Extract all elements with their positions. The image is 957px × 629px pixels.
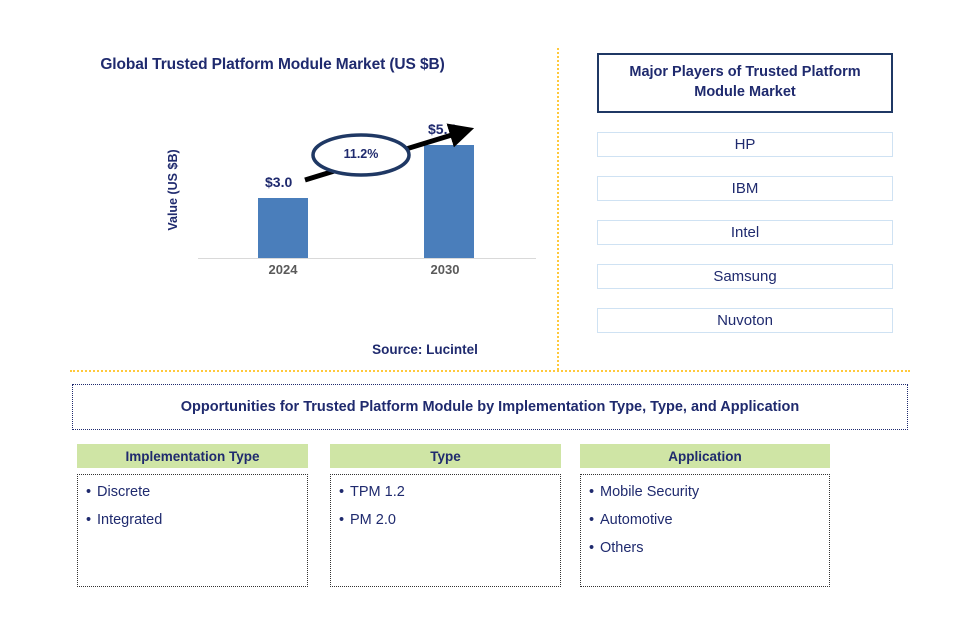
list-item: • PM 2.0 xyxy=(339,512,552,529)
list-item-label: Mobile Security xyxy=(600,484,700,500)
bullet-icon: • xyxy=(339,484,345,500)
list-item: • Others xyxy=(589,541,821,556)
major-players-panel: Major Players of Trusted Platform Module… xyxy=(597,53,893,333)
player-row-intel: Intel xyxy=(597,220,893,245)
player-row-samsung: Samsung xyxy=(597,264,893,289)
bullet-icon: • xyxy=(86,512,92,529)
source-label: Source: Lucintel xyxy=(372,342,478,357)
bar-chart: Value (US $B) $3.0 $5.7 2024 2030 11.2% xyxy=(0,0,557,300)
opportunity-column-implementation-type: Implementation Type • Discrete • Integrate… xyxy=(77,444,308,587)
horizontal-divider xyxy=(70,370,910,372)
vertical-divider xyxy=(557,48,559,370)
bullet-icon: • xyxy=(589,484,595,500)
x-tick-2024: 2024 xyxy=(268,262,298,277)
x-tick-2030: 2030 xyxy=(430,262,460,277)
opportunity-column-application: Application • Mobile Security • Automotive… xyxy=(580,444,830,587)
list-item-label: TPM 1.2 xyxy=(350,484,405,500)
x-axis-line xyxy=(198,258,536,259)
column-header-implementation-type: Implementation Type xyxy=(77,444,308,468)
y-axis-label: Value (US $B) xyxy=(166,149,180,231)
player-row-hp: HP xyxy=(597,132,893,157)
bullet-icon: • xyxy=(589,540,595,557)
opportunities-columns: Implementation Type • Discrete • Integrate… xyxy=(0,444,957,604)
player-row-nuvoton: Nuvoton xyxy=(597,308,893,333)
column-header-application: Application xyxy=(580,444,830,468)
list-item: • Discrete xyxy=(86,484,299,500)
list-item-label: Automotive xyxy=(600,512,673,529)
cagr-label: 11.2% xyxy=(343,147,379,161)
list-item-label: Integrated xyxy=(97,512,163,529)
list-item: • Integrated xyxy=(86,512,299,529)
column-body-type: • TPM 1.2 • PM 2.0 xyxy=(330,474,561,587)
opportunities-banner: Opportunities for Trusted Platform Modul… xyxy=(72,384,908,430)
opportunity-column-type: Type • TPM 1.2 • PM 2.0 xyxy=(330,444,561,587)
bar-value-2024: $3.0 xyxy=(265,174,293,190)
column-body-implementation-type: • Discrete • Integrated xyxy=(77,474,308,587)
list-item-label: Others xyxy=(600,540,644,557)
bar-2024 xyxy=(258,198,308,258)
list-item: • Mobile Security xyxy=(589,484,821,500)
market-chart-panel: Global Trusted Platform Module Market (U… xyxy=(0,0,557,370)
list-item-label: PM 2.0 xyxy=(350,512,396,529)
major-players-title: Major Players of Trusted Platform Module… xyxy=(597,53,893,113)
bullet-icon: • xyxy=(86,484,92,500)
column-body-application: • Mobile Security • Automotive • Others xyxy=(580,474,830,587)
list-item-label: Discrete xyxy=(97,484,151,500)
bullet-icon: • xyxy=(339,512,345,529)
player-row-ibm: IBM xyxy=(597,176,893,201)
list-item: • TPM 1.2 xyxy=(339,484,552,500)
list-item: • Automotive xyxy=(589,512,821,529)
column-header-type: Type xyxy=(330,444,561,468)
bullet-icon: • xyxy=(589,512,595,529)
